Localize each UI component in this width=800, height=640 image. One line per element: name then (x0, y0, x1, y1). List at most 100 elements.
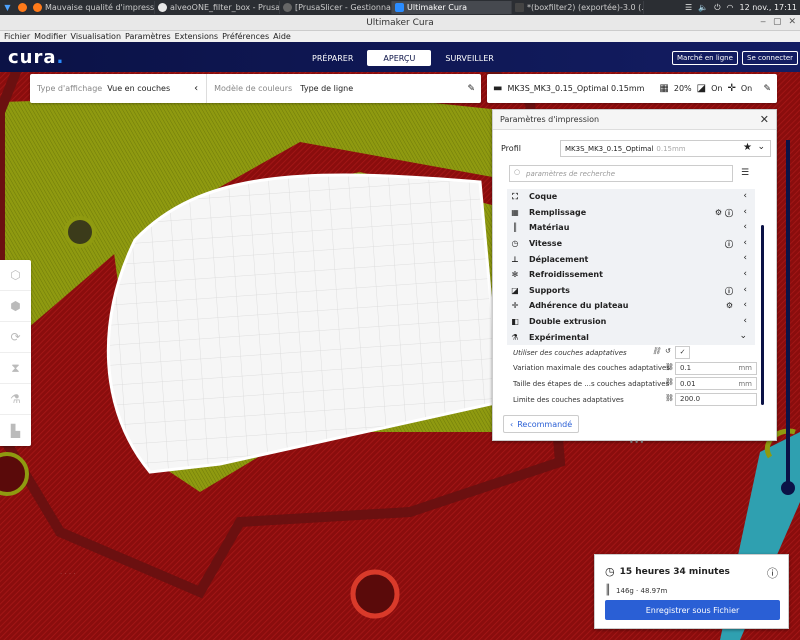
setting-adaptive-threshold: Limite des couches adaptatives ⛓ 200.0 (507, 392, 757, 408)
view-type-select[interactable]: Vue en couches (107, 84, 170, 93)
profile-row: Profil MK3S_MK3_0.15_Optimal 0.15mm ★ ⌄ (501, 140, 771, 157)
app-menu-icon[interactable]: ▼ (2, 2, 13, 13)
dual-extrusion-icon: ◧ (511, 317, 519, 327)
minimize-icon[interactable]: ‒ (760, 17, 766, 27)
settings-menu-icon[interactable]: ☰ (741, 168, 749, 178)
link-icon[interactable]: ⛓ (652, 347, 661, 355)
firefox-icon[interactable] (17, 2, 28, 13)
task-item[interactable]: alveoONE_filter_box - PrusaS... (155, 1, 280, 14)
infill-icon: ▦ (511, 207, 519, 217)
link-icon[interactable]: ⛓ (665, 378, 674, 386)
marketplace-button[interactable]: Marché en ligne (672, 51, 738, 65)
task-item[interactable]: *(boxfilter2) (exportée)-3.0 (... (512, 1, 644, 14)
menu-modifier[interactable]: Modifier (32, 32, 68, 41)
star-icon[interactable]: ★ (743, 142, 752, 153)
clock[interactable]: 12 nov., 17:11 (740, 3, 798, 12)
category-supports[interactable]: ◪ Supports ⓘ ‹ (507, 282, 755, 299)
printbar-infill: 20% (673, 84, 692, 93)
move-icon: ⬡ (10, 268, 21, 282)
rotate-tool[interactable]: ⟳ (0, 322, 31, 353)
chevron-left-icon: ‹ (743, 284, 747, 295)
adaptive-layers-checkbox[interactable]: ✓ (675, 345, 690, 359)
chevron-down-icon: ⌄ (757, 142, 765, 152)
screw-hole (64, 216, 96, 248)
reset-icon[interactable]: ↺ (665, 347, 671, 355)
pencil-icon[interactable]: ✎ (763, 84, 771, 94)
tab-surveiller[interactable]: SURVEILLER (431, 50, 507, 66)
power-icon[interactable]: ⏻ (714, 3, 720, 13)
chevron-left-icon: ‹ (743, 300, 747, 311)
layer-slider-track[interactable] (786, 140, 790, 490)
menu-aide[interactable]: Aide (271, 32, 293, 41)
settings-search-input[interactable]: ○ paramètres de recherche (509, 165, 733, 182)
printbar-adhesion: On (740, 84, 753, 93)
gear-icon: ⚙ (714, 207, 722, 217)
signin-button[interactable]: Se connecter (742, 51, 799, 65)
tool-panel: ⬡ ⬢ ⟳ ⧗ ⚗ ▙ (0, 260, 31, 446)
profile-select[interactable]: MK3S_MK3_0.15_Optimal 0.15mm ★ ⌄ (560, 140, 771, 157)
infill-icon: ▦ (659, 83, 669, 94)
print-setup-bar[interactable]: ▬ MK3S_MK3_0.15_Optimal 0.15mm ▦ 20% ◪ O… (487, 74, 777, 103)
threshold-input[interactable]: 200.0 (675, 392, 757, 406)
wifi-icon[interactable]: ◠ (727, 3, 734, 12)
category-coque[interactable]: ⛶ Coque ‹ (507, 189, 755, 205)
link-icon[interactable]: ⛓ (665, 363, 674, 371)
layer-slider-handle[interactable] (781, 481, 795, 495)
category-refroidissement[interactable]: ✻ Refroidissement ‹ (507, 266, 755, 283)
category-remplissage[interactable]: ▦ Remplissage ⚙ ⓘ ‹ (507, 204, 755, 221)
move-tool[interactable]: ⬡ (0, 260, 31, 291)
task-item[interactable]: Ultimaker Cura (392, 1, 512, 14)
tab-preparer[interactable]: PRÉPARER (298, 50, 367, 66)
category-double-extrusion[interactable]: ◧ Double extrusion ‹ (507, 313, 755, 330)
mirror-tool[interactable]: ⧗ (0, 353, 31, 384)
menu-icon[interactable]: ☰ (685, 3, 692, 12)
color-scheme-select[interactable]: Type de ligne (300, 84, 353, 93)
material-icon: ║ (512, 223, 518, 233)
pencil-icon[interactable]: ✎ (467, 84, 475, 94)
settings-scrollbar[interactable] (761, 225, 764, 405)
support-blocker-tool[interactable]: ▙ (0, 415, 31, 446)
task-item[interactable]: [PrusaSlicer - Gestionnaire d... (280, 1, 392, 14)
task-item[interactable]: Mauvaise qualité d'impressi... (30, 1, 155, 14)
rotate-icon: ⟳ (10, 330, 21, 344)
info-icon: ⓘ (725, 239, 733, 249)
speaker-icon[interactable]: 🔈 (698, 3, 708, 12)
scale-tool[interactable]: ⬢ (0, 291, 31, 322)
close-icon[interactable]: ✕ (760, 113, 769, 126)
menu-parametres[interactable]: Paramètres (123, 32, 173, 41)
menu-extensions[interactable]: Extensions (173, 32, 220, 41)
menu-fichier[interactable]: Fichier (2, 32, 32, 41)
category-materiau[interactable]: ║ Matériau ‹ (507, 220, 755, 236)
step-size-input[interactable]: 0.01 mm (675, 377, 757, 391)
window-title: Ultimaker Cura (366, 17, 434, 28)
panel-title: Paramètres d'impression (493, 110, 776, 130)
max-variation-input[interactable]: 0.1 mm (675, 361, 757, 375)
window-titlebar: Ultimaker Cura ‒ ▢ ✕ (0, 15, 800, 31)
category-adherence[interactable]: ✛ Adhérence du plateau ⚙ ‹ (507, 298, 755, 314)
inkscape-icon (515, 3, 524, 12)
info-icon[interactable]: ⓘ (767, 565, 778, 581)
chevron-left-icon[interactable]: ‹ (194, 83, 198, 94)
printbar-profile: MK3S_MK3_0.15_Optimal 0.15mm (507, 84, 645, 93)
recommended-button[interactable]: ‹ Recommandé (503, 415, 580, 433)
category-vitesse[interactable]: ◷ Vitesse ⓘ ‹ (507, 235, 755, 252)
system-tray: ☰ 🔈 ⏻ ◠ 12 nov., 17:11 (685, 3, 800, 13)
tab-apercu[interactable]: APERÇU (367, 50, 432, 66)
per-model-icon: ⚗ (10, 392, 21, 406)
maximize-icon[interactable]: ▢ (773, 17, 782, 27)
setting-adaptive-layers: Utiliser des couches adaptatives ⛓ ↺ ✓ (507, 345, 755, 361)
category-deplacement[interactable]: ⊥ Déplacement ‹ (507, 251, 755, 267)
profile-label: Profil (501, 144, 521, 153)
resize-grip-icon[interactable]: • • • (629, 438, 644, 447)
category-experimental[interactable]: ⚗ Expérimental ⌄ (507, 329, 755, 345)
save-to-file-button[interactable]: Enregistrer sous Fichier (605, 600, 780, 620)
clock-icon: ◷ (605, 565, 615, 578)
per-model-settings-tool[interactable]: ⚗ (0, 384, 31, 415)
link-icon[interactable]: ⛓ (665, 394, 674, 402)
chevron-left-icon: ‹ (743, 191, 747, 201)
menu-visualisation[interactable]: Visualisation (69, 32, 124, 41)
chevron-left-icon: ‹ (743, 237, 747, 248)
close-icon[interactable]: ✕ (788, 17, 796, 27)
menu-preferences[interactable]: Préférences (220, 32, 271, 41)
cura-header: cura. PRÉPARER APERÇU SURVEILLER Marché … (0, 42, 800, 72)
